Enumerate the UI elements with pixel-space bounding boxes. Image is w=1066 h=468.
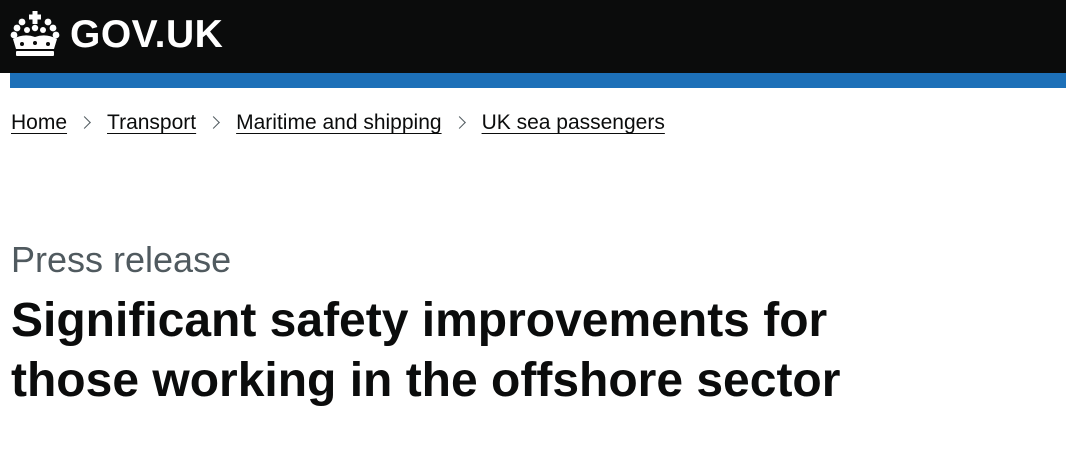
breadcrumb-home-link[interactable]: Home [11, 111, 67, 135]
govuk-logo-text: GOV.UK [70, 12, 224, 56]
document-type-caption: Press release [11, 239, 232, 280]
govuk-home-link[interactable]: GOV.UK [10, 8, 223, 60]
breadcrumb-transport-link[interactable]: Transport [107, 111, 196, 135]
breadcrumb-sea-passengers-link[interactable]: UK sea passengers [482, 111, 665, 135]
chevron-right-icon [196, 112, 236, 134]
breadcrumb-maritime-link[interactable]: Maritime and shipping [236, 111, 441, 135]
page-title: Significant safety improvements for thos… [11, 294, 841, 407]
chevron-right-icon [442, 112, 482, 134]
header-accent-bar [10, 73, 1066, 88]
breadcrumb: Home Transport Maritime and shipping UK … [11, 111, 665, 135]
crown-icon [10, 11, 60, 56]
chevron-right-icon [67, 112, 107, 134]
site-header: GOV.UK [0, 0, 1066, 73]
